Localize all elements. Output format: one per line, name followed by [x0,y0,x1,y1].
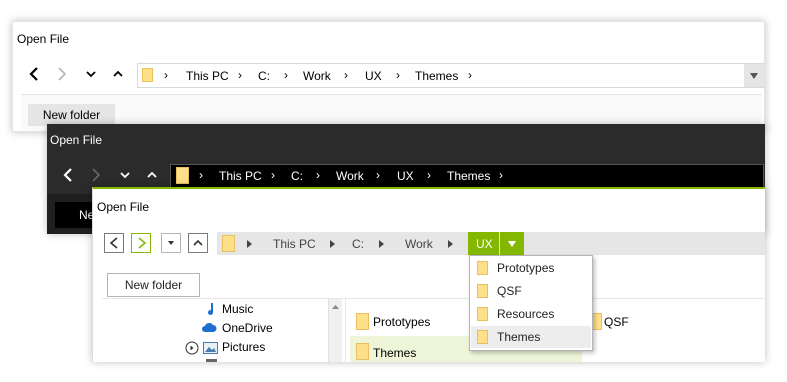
crumb-themes[interactable]: Themes [415,69,458,83]
chevron-up-icon [193,239,203,246]
menu-item-qsf[interactable]: QSF [471,280,591,302]
new-folder-button[interactable]: New folder [107,273,200,297]
file-label: Themes [373,346,417,360]
breadcrumb-dropdown-menu: Prototypes QSF Resources Themes [469,255,593,351]
chevron-right-icon[interactable]: › [316,168,320,182]
tree-item-music[interactable]: Music [222,302,253,316]
menu-item-label: QSF [497,284,522,298]
chevron-left-icon[interactable] [61,167,75,183]
tree-item-onedrive[interactable]: OneDrive [222,321,273,335]
forward-button[interactable] [131,233,151,253]
folder-icon [477,261,488,275]
folder-icon [477,330,488,344]
triangle-down-icon [750,73,758,79]
folder-icon [176,167,189,184]
crumb-c[interactable]: C: [291,169,303,183]
chevron-right-icon[interactable]: › [396,68,400,82]
toolbar-divider [102,298,765,299]
file-item-prototypes[interactable]: Prototypes [353,311,473,333]
chevron-right-icon[interactable] [55,66,69,82]
folder-icon [142,68,153,82]
partial-tree-icon [206,359,217,362]
triangle-down-icon [168,241,174,245]
scroll-up-arrow-icon[interactable] [331,304,340,310]
scrollbar[interactable] [328,299,342,362]
crumb-ux[interactable]: UX [397,169,414,183]
tree-item-pictures[interactable]: Pictures [222,340,265,354]
chevron-right-icon[interactable]: › [271,168,275,182]
window-title: Open File [97,200,150,214]
crumb-ux-active[interactable]: UX [468,232,499,255]
crumb-work[interactable]: Work [405,237,433,251]
menu-item-prototypes[interactable]: Prototypes [471,257,591,279]
triangle-down-icon [508,241,516,247]
crumb-work[interactable]: Work [303,69,331,83]
menu-item-label: Themes [497,330,541,344]
chevron-left-icon [109,237,118,249]
chevron-right-icon[interactable]: › [238,68,242,82]
crumb-c[interactable]: C: [352,237,364,251]
chevron-right-icon[interactable]: › [427,168,431,182]
expand-circle-icon[interactable] [185,341,199,355]
chevron-right-icon[interactable]: › [499,168,503,182]
triangle-right-icon[interactable] [246,240,253,248]
pictures-icon [203,342,218,354]
triangle-right-icon[interactable] [447,240,454,248]
music-note-icon [208,303,214,315]
recent-locations-button[interactable] [161,233,181,253]
chevron-right-icon[interactable]: › [468,68,472,82]
window-title: Open File [50,133,103,147]
folder-icon [477,284,488,298]
new-folder-button[interactable]: New folder [28,104,115,126]
chevron-up-icon[interactable] [111,68,125,80]
chevron-right-icon[interactable]: › [284,68,288,82]
crumb-ux[interactable]: UX [365,69,382,83]
address-bar[interactable]: › This PC › C: › Work › UX › Themes › [170,164,764,188]
pane-separator [345,299,346,362]
menu-item-themes[interactable]: Themes [471,326,591,348]
crumb-ux-label: UX [476,237,493,251]
chevron-right-icon[interactable]: › [344,68,348,82]
folder-icon [356,313,369,330]
triangle-right-icon[interactable] [378,240,385,248]
folder-icon [477,307,488,321]
folder-icon [356,343,369,360]
window-title: Open File [17,32,70,46]
menu-item-label: Prototypes [497,261,555,275]
triangle-right-icon[interactable] [329,240,336,248]
open-file-window-green: Open File This PC C: Work UX New folder … [92,187,765,362]
address-bar[interactable]: › This PC › C: › Work › UX › Themes › [137,63,764,88]
cloud-icon [202,322,217,332]
file-item-qsf[interactable]: QSF [586,311,646,333]
file-label: QSF [604,315,629,329]
crumb-dropdown-button[interactable] [500,232,524,255]
chevron-right-icon [138,237,147,249]
crumb-this-pc[interactable]: This PC [219,169,262,183]
open-file-window-light: Open File › This PC › C: › Work › UX › T… [12,21,765,132]
crumb-this-pc[interactable]: This PC [273,237,316,251]
chevron-right-icon[interactable]: › [376,168,380,182]
chevron-right-icon[interactable] [89,167,103,183]
file-label: Prototypes [373,315,431,329]
menu-item-label: Resources [497,307,555,321]
chevron-left-icon[interactable] [27,66,41,82]
address-bar[interactable]: This PC C: Work UX [217,232,765,255]
crumb-work[interactable]: Work [336,169,364,183]
menu-item-resources[interactable]: Resources [471,303,591,325]
folder-icon [222,235,235,252]
crumb-this-pc[interactable]: This PC [186,69,229,83]
chevron-down-icon[interactable] [84,68,98,80]
chevron-right-icon[interactable]: › [164,68,168,82]
address-dropdown-button[interactable] [744,64,764,87]
crumb-c[interactable]: C: [258,69,270,83]
crumb-themes[interactable]: Themes [447,169,490,183]
up-button[interactable] [188,233,208,253]
chevron-down-icon[interactable] [118,169,132,181]
back-button[interactable] [104,233,124,253]
chevron-right-icon[interactable]: › [199,168,203,182]
chevron-up-icon[interactable] [145,169,159,181]
